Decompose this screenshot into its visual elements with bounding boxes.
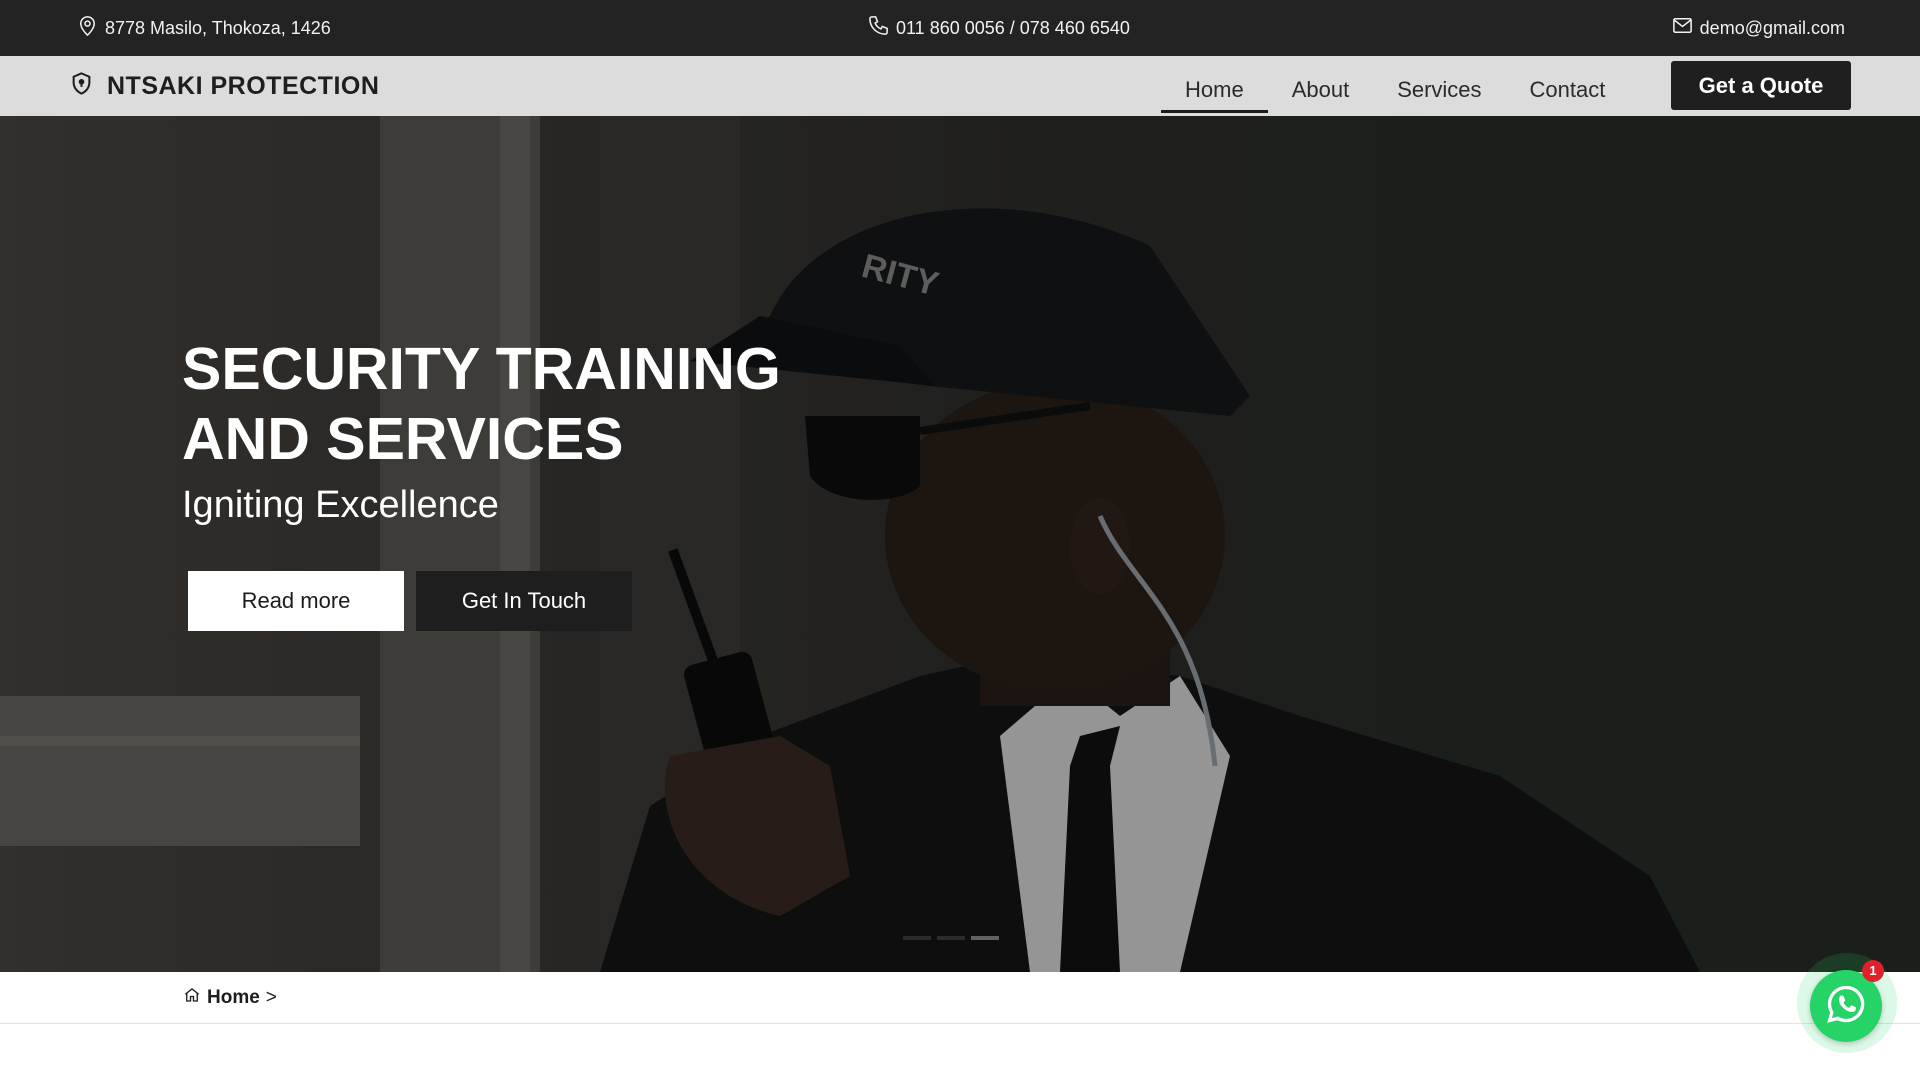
hero-subtitle: Igniting Excellence: [182, 484, 499, 526]
nav-home[interactable]: Home: [1161, 60, 1268, 113]
slider-dot-active[interactable]: [971, 936, 999, 940]
brand-name: NTSAKI PROTECTION: [107, 71, 380, 100]
phone-icon: [867, 14, 890, 42]
hero-buttons: Read more Get In Touch: [188, 571, 632, 631]
nav-services[interactable]: Services: [1373, 60, 1505, 113]
email-info[interactable]: demo@gmail.com: [1671, 0, 1845, 56]
breadcrumb-trail: Home >: [183, 972, 277, 1024]
nav-contact[interactable]: Contact: [1506, 60, 1630, 113]
map-pin-icon: [76, 14, 99, 42]
navbar: NTSAKI PROTECTION Home About Services Co…: [0, 56, 1920, 116]
breadcrumb-separator: >: [265, 987, 277, 1008]
slider-indicators: [903, 936, 999, 940]
slider-dot[interactable]: [937, 936, 965, 940]
get-quote-button[interactable]: Get a Quote: [1671, 61, 1851, 110]
nav-menu: Home About Services Contact: [1161, 56, 1629, 116]
nav-about[interactable]: About: [1268, 60, 1374, 113]
email-text[interactable]: demo@gmail.com: [1700, 18, 1845, 39]
brand-logo[interactable]: NTSAKI PROTECTION: [68, 56, 379, 116]
address-info: 8778 Masilo, Thokoza, 1426: [76, 0, 331, 56]
whatsapp-icon: [1824, 982, 1868, 1031]
phone-info[interactable]: 011 860 0056 / 078 460 6540: [867, 0, 1130, 56]
hero-overlay: [0, 116, 1920, 972]
mail-icon: [1671, 14, 1694, 42]
breadcrumb: Home >: [0, 972, 1920, 1024]
whatsapp-widget: 1: [1797, 953, 1897, 1053]
slider-dot[interactable]: [903, 936, 931, 940]
get-in-touch-button[interactable]: Get In Touch: [416, 571, 632, 631]
home-icon: [183, 986, 201, 1010]
notification-badge: 1: [1862, 960, 1884, 982]
breadcrumb-home[interactable]: Home: [207, 987, 260, 1009]
address-text: 8778 Masilo, Thokoza, 1426: [105, 17, 331, 38]
read-more-button[interactable]: Read more: [188, 571, 404, 631]
hero-title: SECURITY TRAINING AND SERVICES: [182, 336, 781, 472]
shield-icon: [68, 70, 95, 102]
top-info-bar: 8778 Masilo, Thokoza, 1426 011 860 0056 …: [0, 0, 1920, 56]
hero-banner: RITY SECURITY TRAINING AND SERVICES Igni…: [0, 116, 1920, 972]
hero-text: SECURITY TRAINING AND SERVICES Igniting …: [182, 334, 822, 527]
phone-text[interactable]: 011 860 0056 / 078 460 6540: [896, 18, 1130, 39]
